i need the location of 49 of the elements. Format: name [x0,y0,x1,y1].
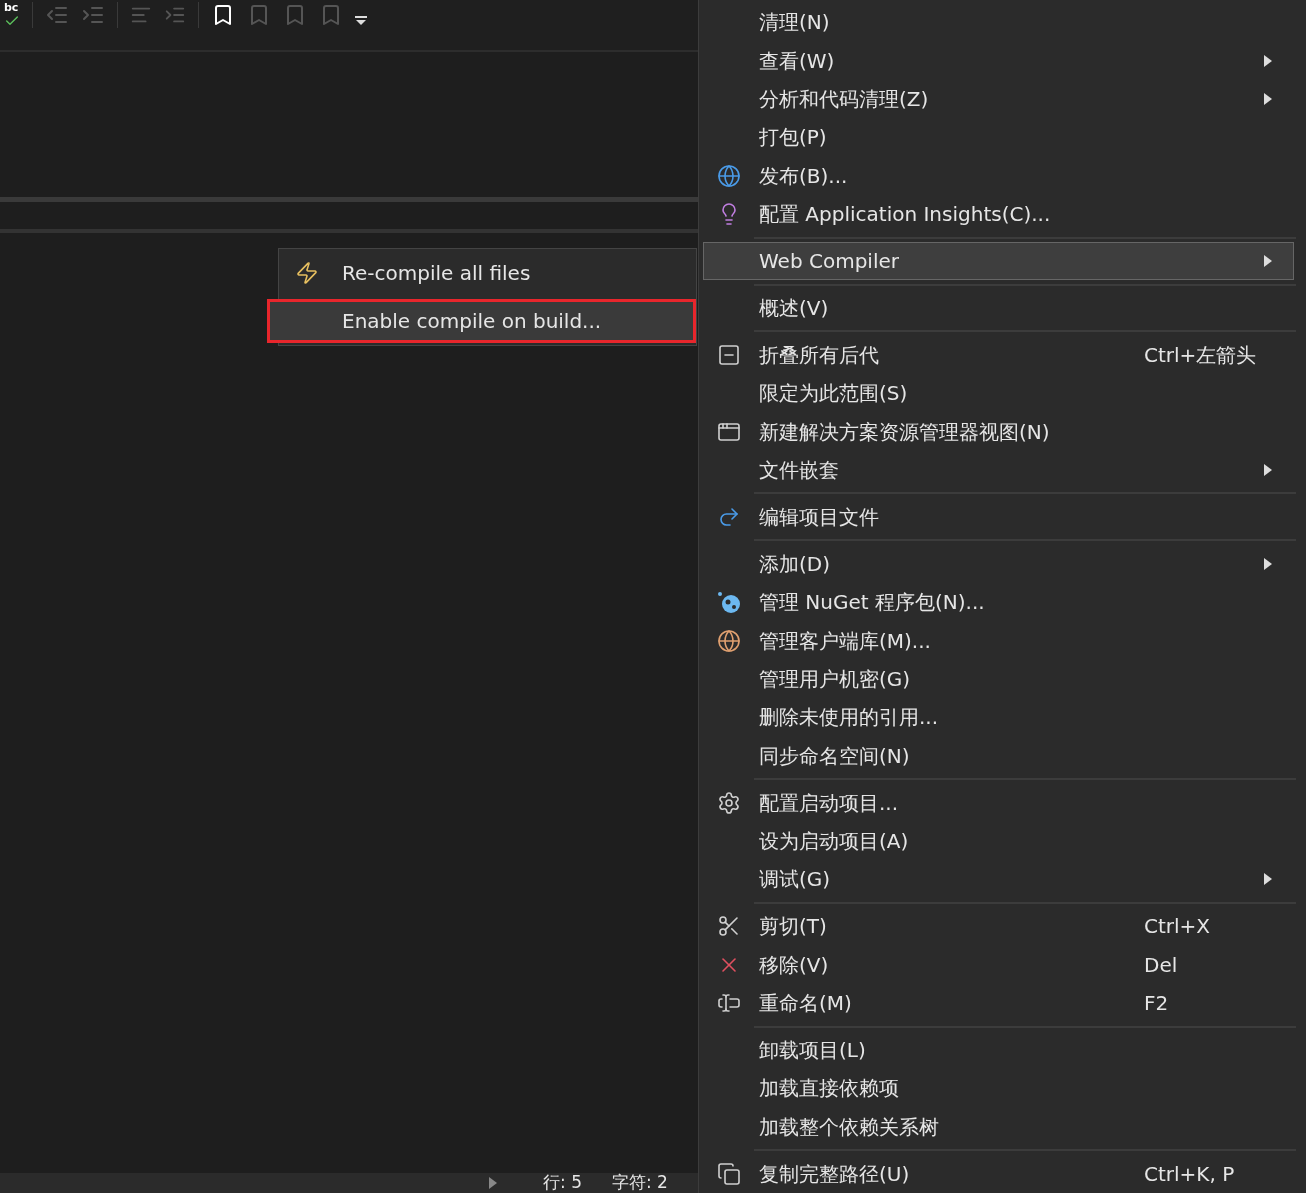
copy-icon [717,1161,741,1186]
collapse-icon [717,342,741,367]
scissors-icon [717,914,741,939]
globe-icon [717,628,741,653]
submenu-arrow-icon [1264,54,1272,67]
menu-item[interactable]: 概述(V) [703,288,1294,328]
menu-item[interactable]: 管理 NuGet 程序包(N)... [703,583,1294,622]
menu-item[interactable]: 限定为此范围(S) [703,374,1294,413]
spellcheck-label: bc [4,1,19,13]
menu-item[interactable]: 重命名(M) F2 [703,984,1294,1023]
menu-item[interactable]: 打包(P) [703,118,1294,157]
menu-item[interactable]: 新建解决方案资源管理器视图(N) [703,412,1294,451]
menu-item[interactable]: 添加(D) [703,544,1294,584]
package-icon [716,590,742,615]
settings-icon [717,790,741,815]
menu-item[interactable]: Web Compiler [703,241,1294,281]
menu-item[interactable]: 管理用户机密(G) [703,659,1294,699]
menu-item[interactable]: 同步命名空间(N) [703,736,1294,775]
submenu-arrow-icon [1264,464,1272,477]
menu-item[interactable]: 调试(G) [703,860,1294,899]
menu-item[interactable]: 卸载项目(L) [703,1030,1294,1070]
menu-item[interactable]: 配置启动项目... [703,783,1294,822]
submenu-arrow-icon [1264,255,1272,268]
menu-item[interactable]: 查看(W) [703,41,1294,80]
menu-item[interactable]: 配置 Application Insights(C)... [703,194,1294,234]
submenu-arrow-icon [1264,557,1272,570]
menu-item[interactable]: 折叠所有后代 Ctrl+左箭头 [703,335,1294,375]
line-number: 行: 5 [543,1171,582,1193]
menu-item[interactable]: 编辑项目文件 [703,497,1294,537]
column-number: 字符: 2 [611,1171,668,1193]
submenu-arrow-icon [1264,873,1272,886]
play-icon[interactable] [488,1177,498,1189]
menu-item[interactable]: 清理(N) [703,3,1294,42]
lightning-icon [295,261,319,285]
menu-item[interactable]: 加载直接依赖项 [703,1069,1294,1108]
menu-item[interactable]: 删除未使用的引用... [703,698,1294,737]
menu-item[interactable]: 发布(B)... [703,156,1294,195]
menu-item[interactable]: 分析和代码清理(Z) [703,79,1294,119]
menu-item[interactable]: 文件嵌套 [703,450,1294,490]
globe-icon [717,163,741,188]
menu-item[interactable]: 设为启动项目(A) [703,821,1294,861]
submenu-arrow-icon [1264,92,1272,105]
menu-item[interactable]: 加载整个依赖关系树 [703,1107,1294,1147]
menu-item[interactable]: 复制完整路径(U) Ctrl+K, P [703,1154,1294,1193]
menu-item[interactable]: Enable compile on build... [267,299,696,343]
menu-item[interactable]: 移除(V) Del [703,945,1294,984]
menu-item[interactable]: 剪切(T) Ctrl+X [703,907,1294,946]
menu-item[interactable]: 管理客户端库(M)... [703,621,1294,660]
overflow-icon[interactable] [355,16,367,26]
